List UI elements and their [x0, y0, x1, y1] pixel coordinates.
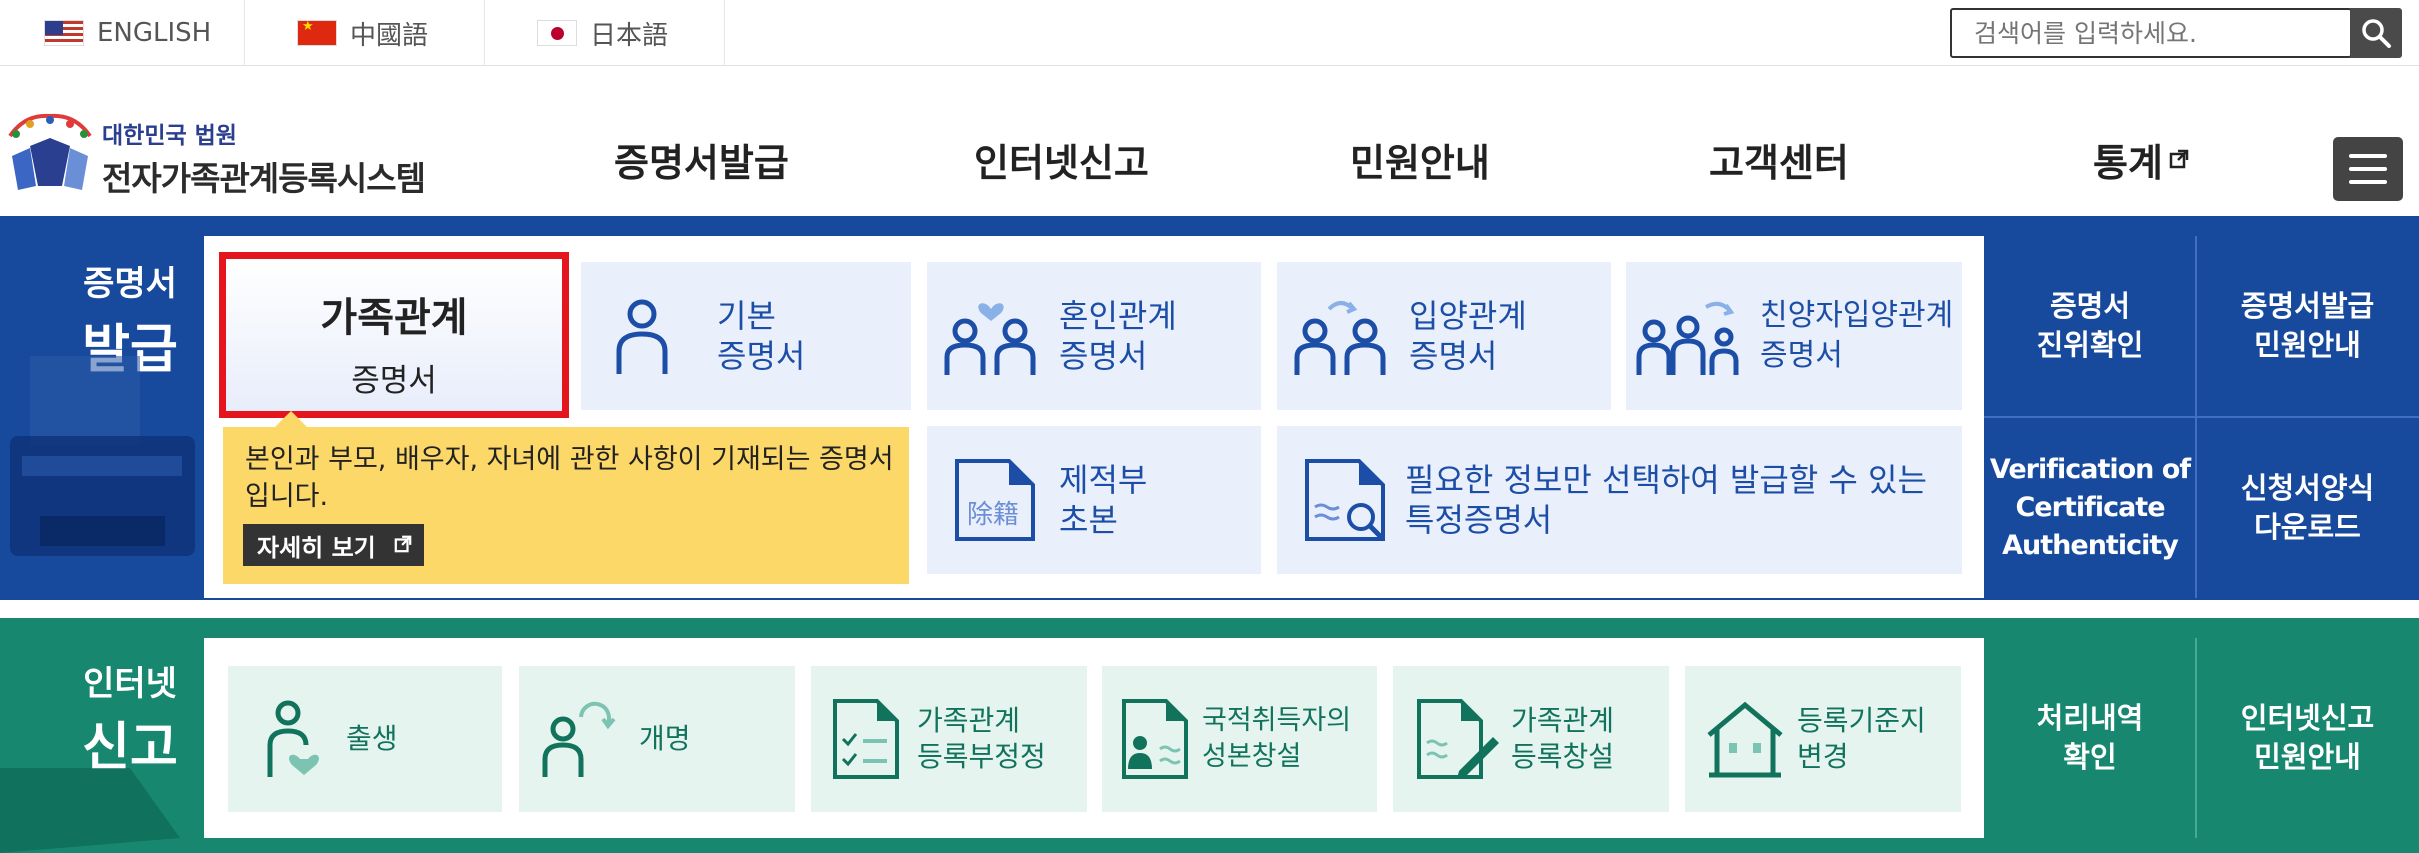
document-stamp-icon: 除籍 [955, 459, 1035, 541]
nav-certificate-issue[interactable]: 증명서발급 [614, 134, 789, 185]
register-correction-card[interactable]: 가족관계 등록부정정 [811, 666, 1087, 812]
name-change-icon [542, 701, 616, 777]
form-download-link[interactable]: 신청서양식 다운로드 [2196, 418, 2419, 598]
removed-register-card[interactable]: 除籍 제적부 초본 [927, 426, 1261, 574]
family-adoption-icon [1636, 301, 1739, 375]
document-pen-icon [1417, 699, 1499, 779]
id-document-icon [1122, 699, 1188, 779]
person-icon [616, 299, 668, 374]
nav-statistics-label: 통계 [2093, 140, 2163, 185]
registration-base-change-card[interactable]: 등록기준지 변경 [1685, 666, 1961, 812]
family-relation-cert-card[interactable]: 가족관계 증명서 [219, 252, 569, 418]
report-guide-link[interactable]: 인터넷신고 민원안내 [2196, 638, 2419, 838]
cert-description-tooltip: 본인과 부모, 배우자, 자녀에 관한 사항이 기재되는 증명서입니다. 자세히… [223, 411, 909, 584]
nav-statistics[interactable]: 통계 [2093, 134, 2189, 185]
adoption-cert-card[interactable]: 입양관계 증명서 [1277, 262, 1611, 410]
cert-guide-link[interactable]: 증명서발급 민원안내 [2196, 236, 2419, 416]
document-search-icon [1305, 459, 1385, 541]
logo-subtitle: 대한민국 법원 [102, 123, 237, 149]
full-adoption-cert-card[interactable]: 친양자입양관계 증명서 [1626, 262, 1962, 410]
search-input[interactable] [1950, 8, 2352, 58]
cn-flag-icon [297, 20, 337, 46]
laptop-illustration-icon [0, 768, 180, 853]
search-button[interactable] [2350, 8, 2402, 58]
couple-heart-icon [944, 303, 1036, 375]
name-change-card[interactable]: 개명 [519, 666, 795, 812]
cert-verify-link[interactable]: 증명서 진위확인 [1984, 236, 2196, 416]
adoption-icon [1294, 301, 1386, 375]
cert-authenticity-link[interactable]: Verification of Certificate Authenticity [1984, 418, 2196, 598]
logo-title[interactable]: 전자가족관계등록시스템 [102, 152, 426, 200]
checklist-document-icon [833, 699, 899, 779]
process-history-link[interactable]: 처리내역 확인 [1984, 638, 2196, 838]
lang-japanese[interactable]: 日本語 [485, 0, 725, 66]
divider [2195, 638, 2197, 838]
register-creation-card[interactable]: 가족관계 등록창설 [1393, 666, 1669, 812]
birth-report-card[interactable]: 출생 [228, 666, 502, 812]
court-logo-icon[interactable] [0, 106, 100, 196]
lang-chinese[interactable]: 中國語 [245, 0, 485, 66]
marriage-cert-card[interactable]: 혼인관계 증명서 [927, 262, 1261, 410]
view-details-button[interactable]: 자세히 보기 [243, 524, 424, 566]
specific-cert-card[interactable]: 필요한 정보만 선택하여 발급할 수 있는 특정증명서 [1277, 426, 1962, 574]
site-header: 대한민국 법원 전자가족관계등록시스템 증명서발급 인터넷신고 민원안내 고객센… [0, 66, 2419, 216]
lang-label: 中國語 [350, 20, 429, 51]
basic-cert-card[interactable]: 기본 증명서 [581, 262, 911, 410]
report-section-title: 인터넷 신고 [82, 664, 178, 778]
jp-flag-icon [537, 20, 577, 46]
search-icon [2362, 19, 2391, 48]
svg-text:除籍: 除籍 [967, 500, 1019, 530]
nav-internet-report[interactable]: 인터넷신고 [974, 134, 1149, 185]
divider [1984, 416, 2419, 418]
hamburger-menu-button[interactable] [2333, 137, 2403, 201]
nav-civil-guide[interactable]: 민원안내 [1350, 134, 1490, 185]
naturalized-surname-card[interactable]: 국적취득자의 성본창설 [1102, 666, 1377, 812]
house-icon [1707, 701, 1783, 778]
lang-english[interactable]: ENGLISH [0, 0, 245, 66]
nav-customer-center[interactable]: 고객센터 [1709, 134, 1849, 185]
section-gap [0, 600, 2419, 618]
language-bar: ENGLISH 中國語 日本語 [0, 0, 2419, 66]
baby-icon [267, 700, 319, 777]
external-link-icon [2169, 149, 2189, 169]
us-flag-icon [44, 20, 84, 46]
printer-illustration-icon [10, 356, 195, 556]
lang-label: ENGLISH [97, 18, 212, 48]
external-link-icon [394, 535, 412, 553]
lang-label: 日本語 [590, 20, 669, 51]
